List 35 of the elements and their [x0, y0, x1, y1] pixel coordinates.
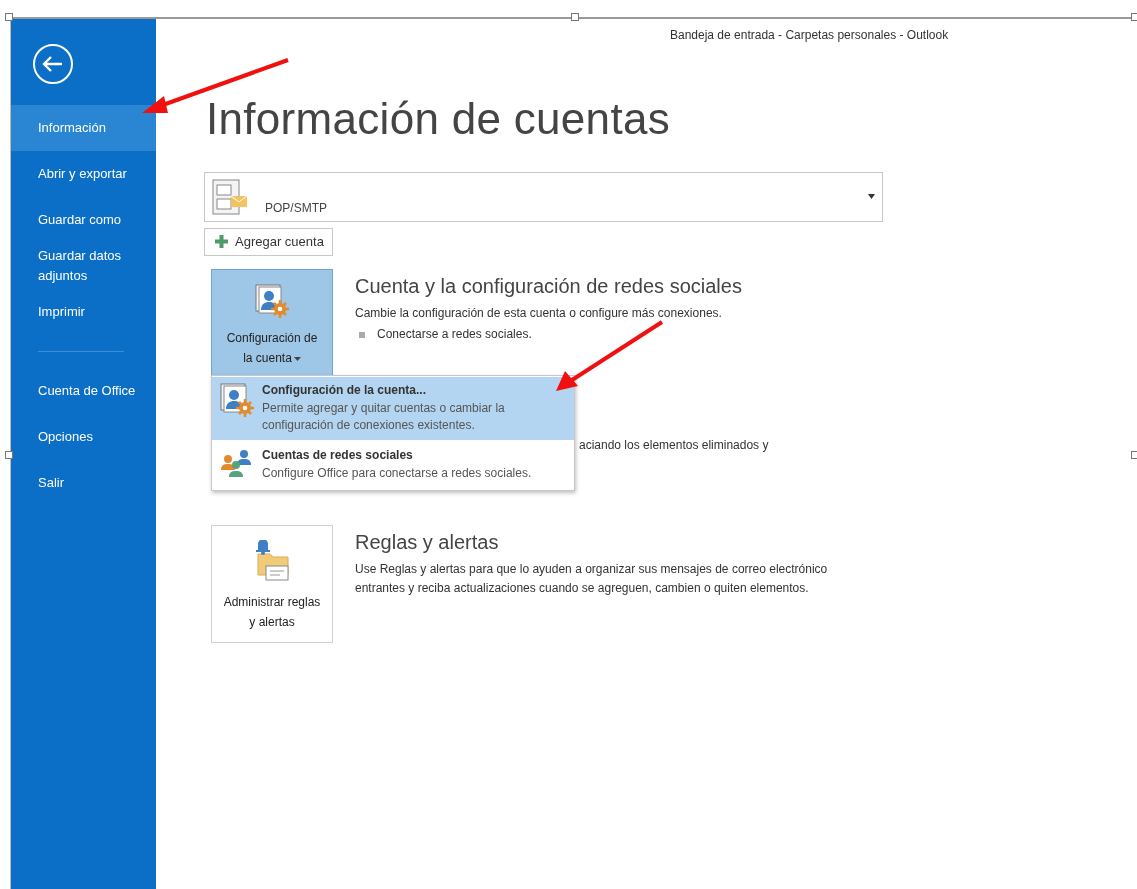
- window-title: Bandeja de entrada - Carpetas personales - Outlook: [670, 28, 949, 42]
- resize-handle: [5, 451, 13, 459]
- account-dropdown[interactable]: POP/SMTP: [204, 172, 883, 222]
- sidebar-item[interactable]: Guardar como: [11, 197, 156, 243]
- sidebar-item[interactable]: Guardar datos adjuntos: [11, 243, 156, 289]
- page-heading: Información de cuentas: [206, 94, 671, 144]
- resize-handle: [5, 13, 13, 21]
- section-description: Use Reglas y alertas para que lo ayuden a organizar sus mensajes de correo electrónico entrantes y reciba actualizaciones cuando se agreguen, cambien o quiten elementos.: [355, 561, 829, 597]
- sidebar-item[interactable]: Abrir y exportar: [11, 151, 156, 197]
- section-title: Reglas y alertas: [355, 531, 500, 554]
- section-description: aciando los elementos eliminados y: [579, 437, 770, 454]
- sidebar-item[interactable]: Cuenta de Office: [11, 368, 156, 414]
- menu-item[interactable]: Cuentas de redes sociales Configure Office para conectarse a redes sociales.: [212, 442, 574, 488]
- resize-handle: [1131, 13, 1137, 21]
- menu-item-description: Configure Office para conectarse a redes sociales.: [262, 465, 532, 482]
- section-title: Cuenta y la configuración de redes sociales: [355, 275, 742, 298]
- plus-icon: [215, 235, 228, 248]
- caret-icon: [868, 194, 875, 199]
- sidebar-item[interactable]: Opciones: [11, 414, 156, 460]
- menu-item-title: Cuentas de redes sociales: [262, 448, 414, 462]
- account-type: POP/SMTP: [265, 201, 327, 215]
- resize-handle: [571, 13, 579, 21]
- sidebar-item[interactable]: Imprimir: [11, 289, 156, 335]
- section-description: Cambie la configuración de esta cuenta o configure más conexiones.: [355, 305, 723, 322]
- menu-item-title: Configuración de la cuenta...: [262, 383, 428, 397]
- menu-item[interactable]: Configuración de la cuenta... Permite agregar y quitar cuentas o cambiar la configuración de conexiones existentes.: [212, 377, 574, 440]
- add-account-button[interactable]: Agregar cuenta: [204, 228, 333, 256]
- bullet-icon: [359, 331, 365, 338]
- caret-icon: [293, 356, 301, 362]
- sidebar-item[interactable]: Salir: [11, 460, 156, 506]
- manage-rules-button[interactable]: Administrar reglas y alertas: [211, 525, 333, 643]
- resize-handle: [1131, 451, 1137, 459]
- sidebar-item[interactable]: Información: [11, 105, 156, 151]
- bullet-text: Conectarse a redes sociales.: [377, 326, 532, 343]
- menu-item-description: Permite agregar y quitar cuentas o cambiar la configuración de conexiones existentes.: [262, 400, 506, 434]
